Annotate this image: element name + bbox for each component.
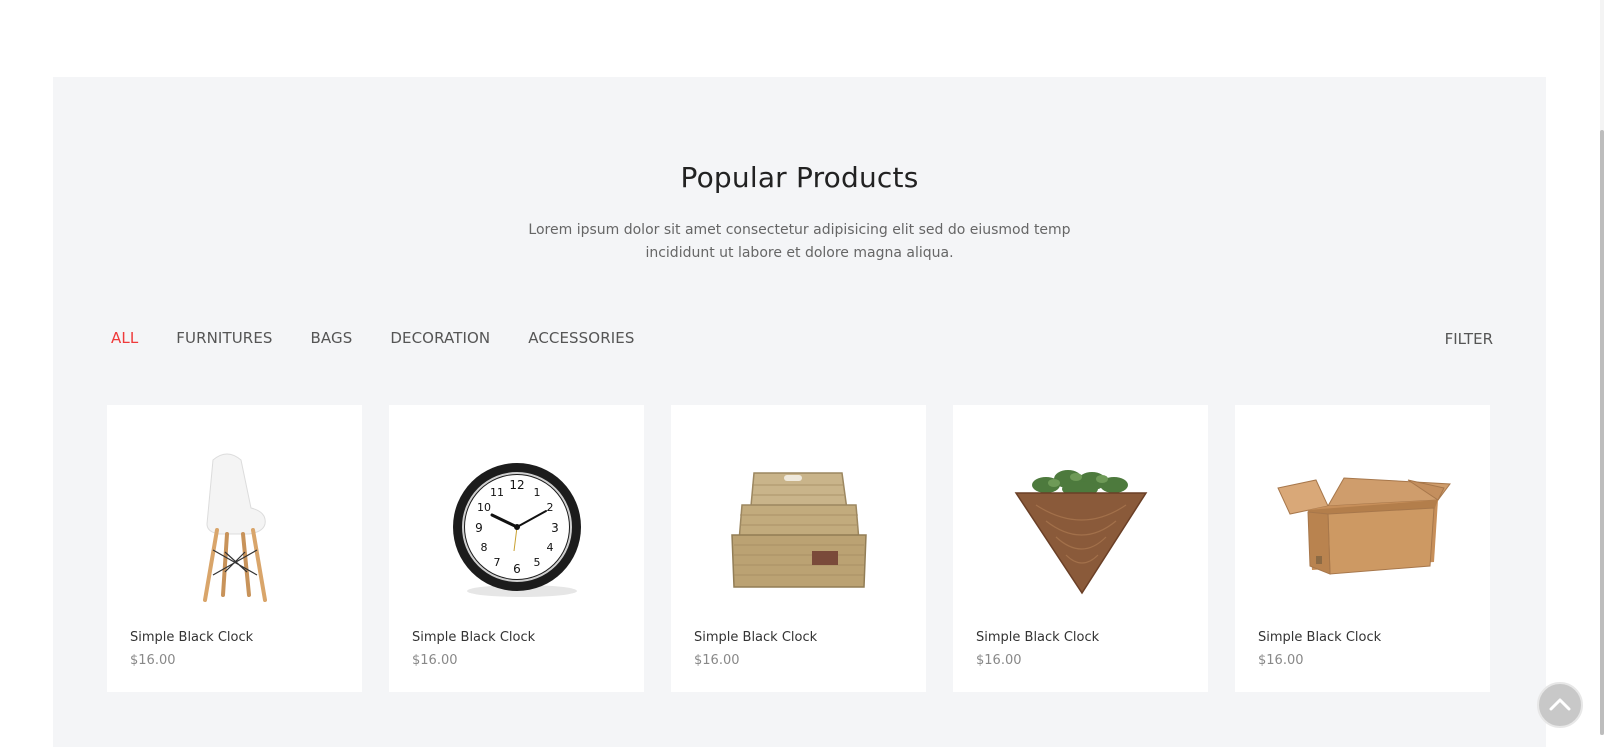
product-name[interactable]: Simple Black Clock <box>694 630 817 645</box>
svg-text:5: 5 <box>533 556 540 569</box>
svg-text:4: 4 <box>546 541 553 554</box>
product-price: $16.00 <box>130 653 176 668</box>
product-name[interactable]: Simple Black Clock <box>412 630 535 645</box>
tab-decoration[interactable]: DECORATION <box>390 329 490 347</box>
svg-text:9: 9 <box>475 521 483 535</box>
tab-bags[interactable]: BAGS <box>311 329 353 347</box>
basket-image <box>730 472 867 588</box>
product-card[interactable]: Simple Black Clock $16.00 <box>1235 405 1490 692</box>
product-name[interactable]: Simple Black Clock <box>130 630 253 645</box>
svg-text:6: 6 <box>513 562 521 576</box>
product-name[interactable]: Simple Black Clock <box>1258 630 1381 645</box>
tab-all[interactable]: ALL <box>111 329 138 347</box>
product-name[interactable]: Simple Black Clock <box>976 630 1099 645</box>
product-price: $16.00 <box>694 653 740 668</box>
section-subtitle: Lorem ipsum dolor sit amet consectetur a… <box>528 222 1071 261</box>
chevron-up-icon <box>1549 696 1571 715</box>
product-grid: Simple Black Clock $16.00 12 3 6 9 1 2 4… <box>107 405 1490 692</box>
svg-text:11: 11 <box>490 486 504 499</box>
svg-text:12: 12 <box>509 478 524 492</box>
product-card[interactable]: Simple Black Clock $16.00 <box>953 405 1208 692</box>
back-to-top-button[interactable] <box>1537 682 1583 728</box>
product-image-basket[interactable] <box>671 445 926 615</box>
svg-text:2: 2 <box>546 501 553 514</box>
product-card[interactable]: Simple Black Clock $16.00 <box>671 405 926 692</box>
svg-text:3: 3 <box>551 521 559 535</box>
planter-image <box>1014 470 1147 595</box>
svg-text:10: 10 <box>477 501 491 514</box>
chair-image <box>202 453 267 602</box>
box-image <box>1276 477 1451 575</box>
product-card[interactable]: Simple Black Clock $16.00 <box>107 405 362 692</box>
scrollbar-thumb[interactable] <box>1600 130 1604 735</box>
category-tabs: ALL FURNITURES BAGS DECORATION ACCESSORI… <box>111 329 672 347</box>
product-image-planter[interactable] <box>953 445 1208 615</box>
product-price: $16.00 <box>976 653 1022 668</box>
product-price: $16.00 <box>1258 653 1304 668</box>
product-image-box[interactable] <box>1235 445 1490 615</box>
product-price: $16.00 <box>412 653 458 668</box>
tab-accessories[interactable]: ACCESSORIES <box>528 329 634 347</box>
section-title: Popular Products <box>680 161 919 194</box>
product-card[interactable]: 12 3 6 9 1 2 4 5 7 8 10 11 Simple Black … <box>389 405 644 692</box>
product-image-clock[interactable]: 12 3 6 9 1 2 4 5 7 8 10 11 <box>389 445 644 615</box>
svg-text:1: 1 <box>533 486 540 499</box>
filter-button[interactable]: FILTER <box>1445 330 1493 348</box>
popular-products-section: Popular Products Lorem ipsum dolor sit a… <box>53 77 1546 747</box>
product-image-chair[interactable] <box>107 445 362 615</box>
tab-furnitures[interactable]: FURNITURES <box>176 329 272 347</box>
svg-text:7: 7 <box>493 556 500 569</box>
svg-text:8: 8 <box>480 541 487 554</box>
scrollbar-track[interactable] <box>1600 0 1604 735</box>
clock-image: 12 3 6 9 1 2 4 5 7 8 10 11 <box>452 463 581 597</box>
